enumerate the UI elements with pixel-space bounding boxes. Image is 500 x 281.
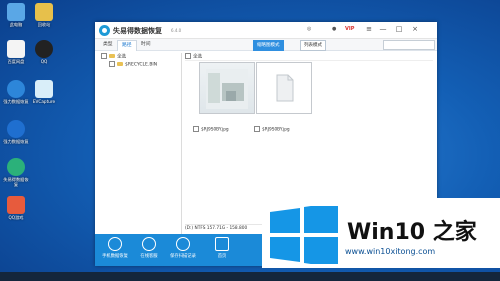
save-icon xyxy=(176,237,190,251)
folder-icon xyxy=(117,62,123,66)
files-header: 全选 xyxy=(185,53,433,61)
tab-path[interactable]: 路径 xyxy=(117,40,137,51)
qq-game-icon xyxy=(7,196,25,214)
desktop-icon-qq[interactable]: QQ xyxy=(31,40,57,64)
file-thumbnail[interactable] xyxy=(256,62,312,114)
checkbox-icon[interactable] xyxy=(193,126,199,132)
help-button[interactable]: ◎ xyxy=(307,24,311,35)
desktop-icon-qqgame[interactable]: QQ游戏 xyxy=(3,196,29,220)
phone-icon xyxy=(108,237,122,251)
shiyide-app-icon xyxy=(7,158,25,176)
folder-tree: 全选 $RECYCLE.BIN xyxy=(99,53,182,253)
checkbox-icon[interactable] xyxy=(101,53,107,59)
ev-capture-icon xyxy=(35,80,53,98)
tab-time[interactable]: 时间 xyxy=(137,40,155,50)
recycle-bin-icon xyxy=(35,3,53,21)
desktop-icon-recycle-bin[interactable]: 回收站 xyxy=(31,3,57,27)
file-name[interactable]: $RJ9S0BY.jpg xyxy=(254,126,290,133)
photo-icon xyxy=(206,69,248,109)
file-thumbnail[interactable] xyxy=(199,62,255,114)
recovery-app-icon xyxy=(7,120,25,138)
menu-bar: 类型 路径 时间 缩略图模式 列表模式 xyxy=(95,39,437,51)
app-logo-icon xyxy=(99,25,110,36)
checkbox-icon[interactable] xyxy=(254,126,260,132)
thumbnail-mode-button[interactable]: 缩略图模式 xyxy=(253,40,284,51)
save-scan-button[interactable]: 保存扫描记录 xyxy=(166,237,200,259)
document-icon xyxy=(276,74,294,102)
search-input[interactable] xyxy=(383,40,435,50)
watermark-url: www.win10xitong.com xyxy=(345,247,436,256)
app-version: 6.4.0 xyxy=(171,28,182,33)
vip-button[interactable]: VIP xyxy=(345,24,354,35)
folder-icon xyxy=(109,54,115,58)
app-title: 失易得数据恢复 xyxy=(113,27,162,35)
watermark-brand: Win10 之家 xyxy=(347,220,477,245)
menu-button[interactable]: ≡ xyxy=(363,24,375,35)
minimize-button[interactable]: — xyxy=(377,24,389,35)
desktop-icon-shiyide[interactable]: 失易得数据恢复 xyxy=(3,158,29,187)
home-button[interactable]: 首页 xyxy=(205,237,239,259)
taskbar[interactable] xyxy=(0,272,500,281)
tab-type[interactable]: 类型 xyxy=(99,40,117,50)
recovery-app-icon xyxy=(7,80,25,98)
checkbox-icon[interactable] xyxy=(109,61,115,67)
computer-icon xyxy=(7,3,25,21)
desktop-icon-recovery-2[interactable]: 强力数据恢复 xyxy=(3,120,29,144)
select-all-checkbox[interactable] xyxy=(185,53,191,59)
close-button[interactable]: × xyxy=(409,24,421,35)
desktop-icon-this-pc[interactable]: 此电脑 xyxy=(3,3,29,27)
title-bar[interactable]: 失易得数据恢复 6.4.0 ◎ ● VIP ≡ — □ × xyxy=(95,22,437,39)
desktop-icon-baidu[interactable]: 百度网盘 xyxy=(3,40,29,64)
desktop-icon-recovery-1[interactable]: 强力数据恢复 xyxy=(3,80,29,104)
online-support-button[interactable]: 在线客服 xyxy=(132,237,166,259)
home-icon xyxy=(215,237,229,251)
windows-logo-icon xyxy=(270,206,338,264)
support-icon xyxy=(142,237,156,251)
desktop-icon-evcapture[interactable]: EVCapture xyxy=(31,80,57,104)
maximize-button[interactable]: □ xyxy=(393,24,405,35)
cloud-drive-icon xyxy=(7,40,25,58)
tree-root[interactable]: 全选 xyxy=(101,53,126,60)
list-mode-button[interactable]: 列表模式 xyxy=(300,40,326,51)
user-avatar-icon[interactable]: ● xyxy=(332,24,336,35)
phone-recovery-button[interactable]: 手机数据恢复 xyxy=(98,237,132,259)
tree-item[interactable]: $RECYCLE.BIN xyxy=(109,61,157,68)
qq-penguin-icon xyxy=(35,40,53,58)
file-name[interactable]: $RJ9S0BY.jpg xyxy=(193,126,229,133)
